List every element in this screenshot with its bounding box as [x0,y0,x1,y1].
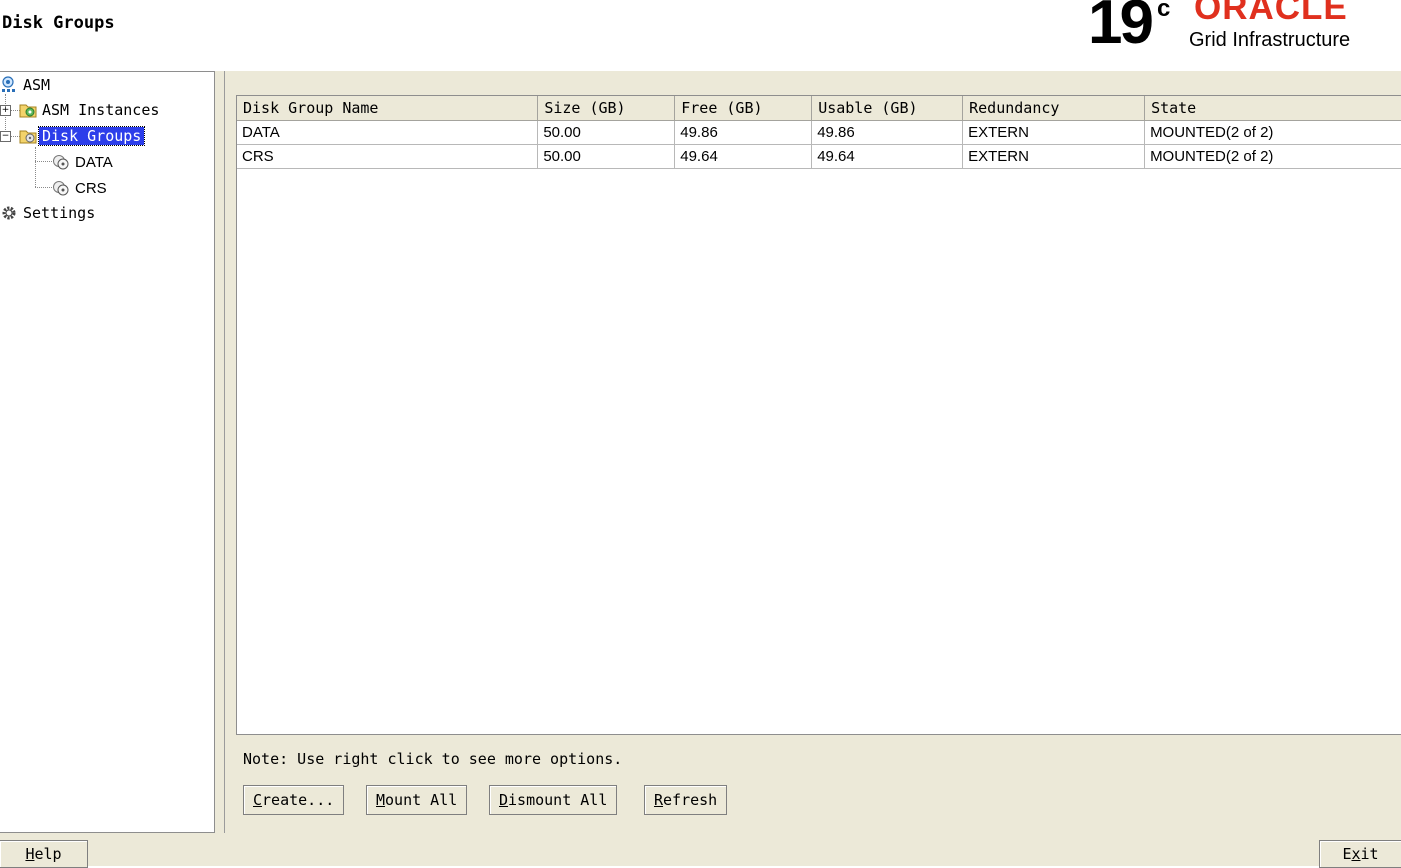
tree-connector [35,187,52,188]
refresh-mnemonic: R [654,791,664,809]
table-row[interactable]: CRS 50.00 49.64 49.64 EXTERN MOUNTED(2 o… [237,144,1401,169]
cell-redundancy: EXTERN [962,120,1146,145]
instances-folder-icon [19,101,37,119]
refresh-button[interactable]: Refresh [644,785,728,815]
tree-item-asm-instances[interactable]: + ASM Instances [0,99,162,121]
tree-item-label: Settings [23,204,96,222]
column-header-usable[interactable]: Usable (GB) [811,96,964,121]
panel-splitter[interactable] [215,71,227,833]
disk-groups-table: Disk Group Name Size (GB) Free (GB) Usab… [236,95,1401,735]
footer-bar [0,833,1401,866]
disk-group-icon [52,179,70,197]
cell-usable: 49.86 [811,120,964,145]
help-mnemonic: H [25,845,35,863]
tree-item-disk-groups[interactable]: − Disk Groups [0,125,146,147]
column-header-free[interactable]: Free (GB) [674,96,813,121]
tree-item-label: DATA [75,153,113,171]
column-header-redundancy[interactable]: Redundancy [962,96,1146,121]
gear-icon [0,204,18,222]
tree-item-label: CRS [75,179,107,197]
mount-all-button[interactable]: Mount All [366,785,468,815]
tree-item-disk-group-data[interactable]: DATA [52,151,116,173]
dismount-label: ismount All [508,791,608,809]
right-click-note: Note: Use right click to see more option… [243,750,623,768]
column-header-name[interactable]: Disk Group Name [237,96,539,121]
navigation-tree: ASM + ASM Instances − Disk Groups DATA C… [0,71,215,833]
mount-label: ount All [385,791,458,809]
content-panel: Disk Group Name Size (GB) Free (GB) Usab… [227,71,1401,833]
refresh-label: efresh [663,791,718,809]
cell-name: DATA [237,120,539,145]
dismount-mnemonic: D [499,791,509,809]
cell-size: 50.00 [537,144,676,169]
cell-state: MOUNTED(2 of 2) [1144,120,1401,145]
cell-redundancy: EXTERN [962,144,1146,169]
dismount-all-button[interactable]: Dismount All [489,785,618,815]
table-row[interactable]: DATA 50.00 49.86 49.86 EXTERN MOUNTED(2 … [237,120,1401,145]
page-title: Disk Groups [2,13,115,33]
tree-item-label: ASM [23,76,51,94]
tree-item-label: Disk Groups [37,126,146,146]
oracle-logo: 19 c ORACLE Grid Infrastructure [1088,0,1401,58]
tree-item-label: ASM Instances [42,101,160,119]
logo-version-sup: c [1157,0,1171,22]
disk-group-icon [52,153,70,171]
asm-cluster-icon [0,76,18,94]
expand-icon[interactable]: + [0,104,11,116]
create-mnemonic: C [253,791,263,809]
disk-groups-folder-icon [19,127,37,145]
column-header-size[interactable]: Size (GB) [537,96,676,121]
create-label: reate... [262,791,335,809]
help-button[interactable]: Help [0,840,88,868]
tree-item-settings[interactable]: Settings [0,202,98,224]
table-header-row: Disk Group Name Size (GB) Free (GB) Usab… [237,96,1401,121]
cell-name: CRS [237,144,539,169]
cell-size: 50.00 [537,120,676,145]
cell-usable: 49.64 [811,144,964,169]
tree-connector [35,147,36,187]
logo-version: 19 [1088,0,1154,57]
tree-connector [35,161,52,162]
mount-mnemonic: M [376,791,386,809]
cell-state: MOUNTED(2 of 2) [1144,144,1401,169]
exit-label-end: it [1360,845,1379,863]
logo-product: Grid Infrastructure [1189,29,1351,51]
exit-button[interactable]: Ex it [1319,840,1401,868]
cell-free: 49.86 [674,120,813,145]
exit-mnemonic: x [1351,845,1361,863]
exit-label-start: E [1342,845,1352,863]
cell-free: 49.64 [674,144,813,169]
tree-item-asm[interactable]: ASM [0,74,53,96]
column-header-state[interactable]: State [1144,96,1401,121]
tree-item-disk-group-crs[interactable]: CRS [52,177,110,199]
help-label: elp [34,845,62,863]
logo-brand: ORACLE [1194,0,1348,27]
create-button[interactable]: Create... [243,785,345,815]
collapse-icon[interactable]: − [0,130,11,142]
